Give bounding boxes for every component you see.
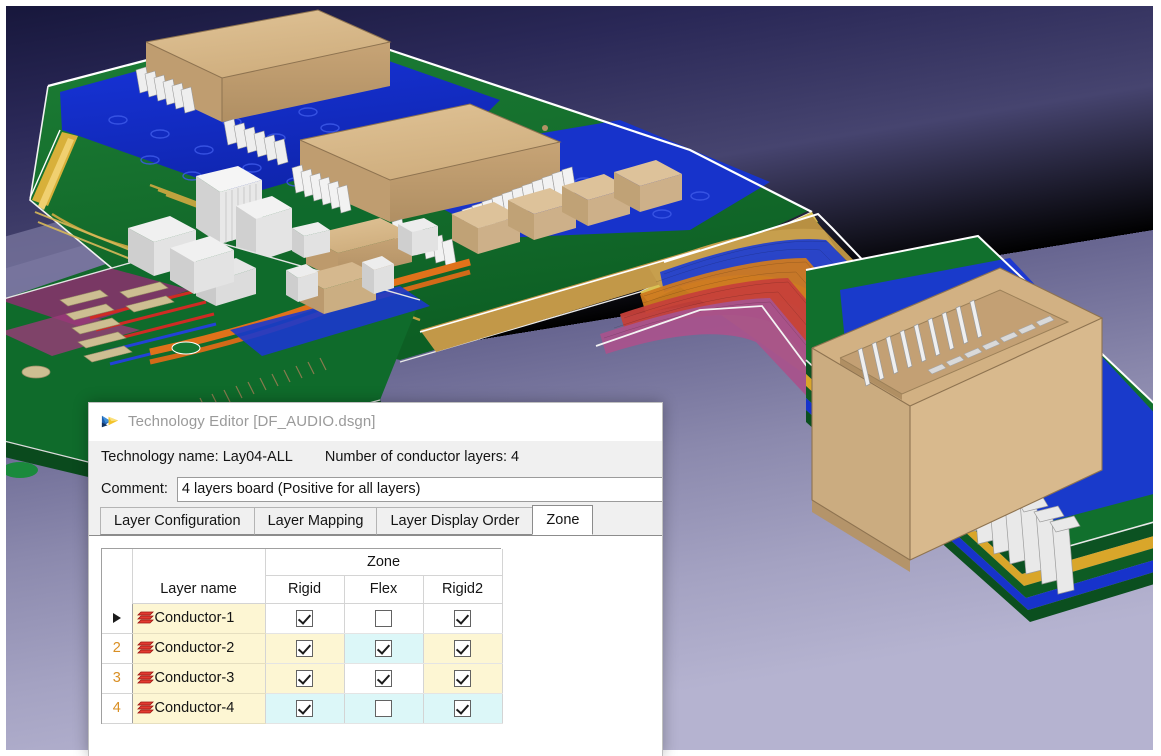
checkbox-rigid2-3[interactable] (454, 670, 471, 687)
checkbox-flex-2[interactable] (375, 640, 392, 657)
conductor-layer-icon (137, 611, 154, 625)
page-frame-right (1153, 0, 1161, 756)
column-group-header-zone: Zone (265, 549, 502, 575)
checkbox-rigid2-2[interactable] (454, 640, 471, 657)
conductor-layer-icon (137, 671, 154, 685)
zone-rigid2-cell-2[interactable] (423, 633, 502, 663)
table-row[interactable]: 3 Conductor-3 (102, 663, 502, 693)
checkbox-rigid-2[interactable] (296, 640, 313, 657)
zone-rigid-cell-3[interactable] (265, 663, 344, 693)
checkbox-flex-1[interactable] (375, 610, 392, 627)
zone-rigid2-cell-3[interactable] (423, 663, 502, 693)
tab-zone[interactable]: Zone (532, 505, 593, 535)
layer-name-cell-3[interactable]: Conductor-3 (132, 663, 265, 693)
layer-name-cell-4[interactable]: Conductor-4 (132, 693, 265, 723)
checkbox-rigid2-4[interactable] (454, 700, 471, 717)
row-header-1[interactable] (102, 603, 132, 633)
checkbox-flex-4[interactable] (375, 700, 392, 717)
zone-flex-cell-2[interactable] (344, 633, 423, 663)
zone-rigid-cell-1[interactable] (265, 603, 344, 633)
conductor-layers-label: Number of conductor layers: 4 (325, 449, 519, 465)
column-header-flex[interactable]: Flex (344, 575, 423, 603)
layer-name-text-1: Conductor-1 (155, 610, 235, 626)
table-row[interactable]: Conductor-1 (102, 603, 502, 633)
layer-name-cell-1[interactable]: Conductor-1 (132, 603, 265, 633)
current-row-arrow-icon (113, 613, 121, 623)
row-header-4[interactable]: 4 (102, 693, 132, 723)
checkbox-rigid-3[interactable] (296, 670, 313, 687)
conductor-layer-icon (137, 701, 154, 715)
tab-layer-mapping[interactable]: Layer Mapping (254, 507, 378, 535)
zone-rigid2-cell-1[interactable] (423, 603, 502, 633)
zone-flex-cell-1[interactable] (344, 603, 423, 633)
checkbox-rigid2-1[interactable] (454, 610, 471, 627)
technology-editor-icon (100, 412, 119, 431)
layer-name-text-2: Conductor-2 (155, 640, 235, 656)
column-header-rigid[interactable]: Rigid (265, 575, 344, 603)
zone-rigid-cell-4[interactable] (265, 693, 344, 723)
tabstrip[interactable]: Layer Configuration Layer Mapping Layer … (89, 506, 662, 536)
tab-layer-configuration[interactable]: Layer Configuration (100, 507, 255, 535)
dialog-titlebar[interactable]: Technology Editor [DF_AUDIO.dsgn] (89, 403, 662, 441)
zone-tab-panel: Layer name Zone Rigid Flex Rigid2 (89, 536, 662, 724)
row-header-2[interactable]: 2 (102, 633, 132, 663)
grid-header-row-group: Layer name Zone (102, 549, 502, 575)
zone-grid[interactable]: Layer name Zone Rigid Flex Rigid2 (101, 548, 501, 724)
checkbox-flex-3[interactable] (375, 670, 392, 687)
layer-name-text-4: Conductor-4 (155, 700, 235, 716)
zone-flex-cell-3[interactable] (344, 663, 423, 693)
grid-body: Conductor-1 2 (102, 603, 502, 723)
zone-rigid2-cell-4[interactable] (423, 693, 502, 723)
page-frame-left (0, 0, 6, 756)
comment-row: Comment: (89, 472, 662, 506)
technology-editor-dialog[interactable]: Technology Editor [DF_AUDIO.dsgn] Techno… (88, 402, 663, 756)
technology-info-row: Technology name: Lay04-ALL Number of con… (89, 441, 662, 472)
table-row[interactable]: 4 Conductor-4 (102, 693, 502, 723)
comment-label: Comment: (101, 481, 168, 497)
layer-name-text-3: Conductor-3 (155, 670, 235, 686)
dialog-title: Technology Editor [DF_AUDIO.dsgn] (128, 413, 376, 430)
conductor-layer-icon (137, 641, 154, 655)
technology-name-label: Technology name: Lay04-ALL (101, 449, 293, 465)
checkbox-rigid-4[interactable] (296, 700, 313, 717)
zone-rigid-cell-2[interactable] (265, 633, 344, 663)
zone-flex-cell-4[interactable] (344, 693, 423, 723)
checkbox-rigid-1[interactable] (296, 610, 313, 627)
row-header-3[interactable]: 3 (102, 663, 132, 693)
dialog-body: Technology name: Lay04-ALL Number of con… (89, 441, 662, 724)
column-header-layer-name[interactable]: Layer name (132, 549, 265, 603)
layer-name-cell-2[interactable]: Conductor-2 (132, 633, 265, 663)
tab-layer-display-order[interactable]: Layer Display Order (376, 507, 533, 535)
comment-input[interactable] (177, 477, 663, 502)
column-header-rigid2[interactable]: Rigid2 (423, 575, 502, 603)
grid-corner-cell (102, 549, 132, 603)
table-row[interactable]: 2 Conductor-2 (102, 633, 502, 663)
page-frame-top (0, 0, 1161, 6)
